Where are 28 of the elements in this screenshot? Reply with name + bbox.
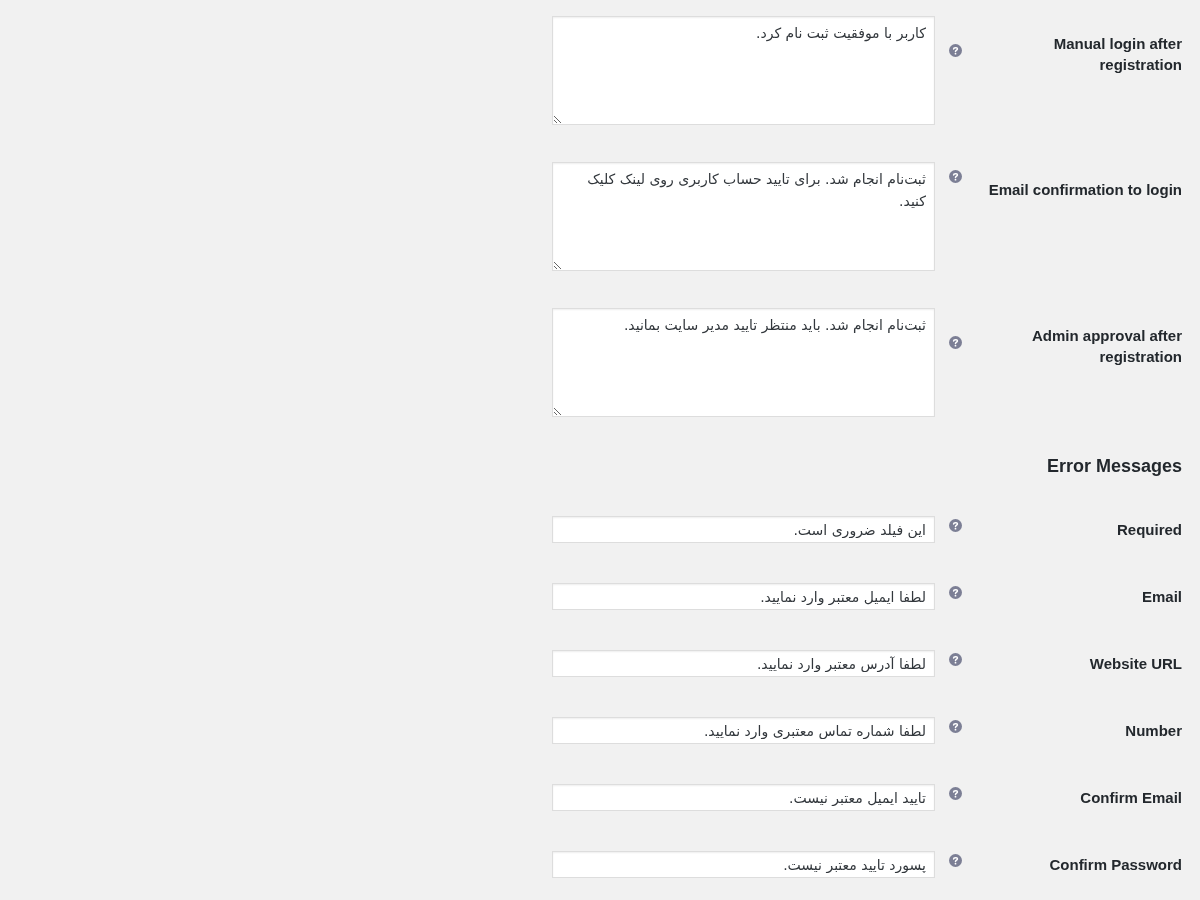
help-icon[interactable] [949,170,962,183]
field-label: Email [1140,587,1182,607]
field-label: Number [1124,721,1182,741]
field-label: Manual login after registration [1052,34,1182,75]
message-input[interactable]: لطفا شماره تماس معتبری وارد نمایید. [552,717,935,744]
message-input[interactable]: این فیلد ضروری است. [552,516,935,543]
message-textarea[interactable]: ثبت‌نام انجام شد. برای تایید حساب کاربری روی لینک کلیک کنید. [552,162,935,271]
field-label: Required [1116,520,1182,540]
message-textarea[interactable]: کاربر با موفقیت ثبت نام کرد. [552,16,935,125]
help-icon[interactable] [949,787,962,800]
message-textarea[interactable]: ثبت‌نام انجام شد. باید منتظر تایید مدیر سایت بمانید. [552,308,935,417]
help-icon[interactable] [949,653,962,666]
help-icon[interactable] [949,586,962,599]
field-label: Confirm Password [1048,855,1182,875]
message-input[interactable]: لطفا آدرس معتبر وارد نمایید. [552,650,935,677]
help-icon[interactable] [949,519,962,532]
field-label: Confirm Email [1079,788,1182,808]
help-icon[interactable] [949,336,962,349]
message-input[interactable]: پسورد تایید معتبر نیست. [552,851,935,878]
section-heading: Error Messages [1046,455,1182,478]
field-label: Email confirmation to login [987,180,1182,200]
message-input[interactable]: لطفا ایمیل معتبر وارد نمایید. [552,583,935,610]
field-label: Website URL [1088,654,1182,674]
help-icon[interactable] [949,720,962,733]
help-icon[interactable] [949,854,962,867]
help-icon[interactable] [949,44,962,57]
message-input[interactable]: تایید ایمیل معتبر نیست. [552,784,935,811]
field-label: Admin approval after registration [1030,326,1182,367]
